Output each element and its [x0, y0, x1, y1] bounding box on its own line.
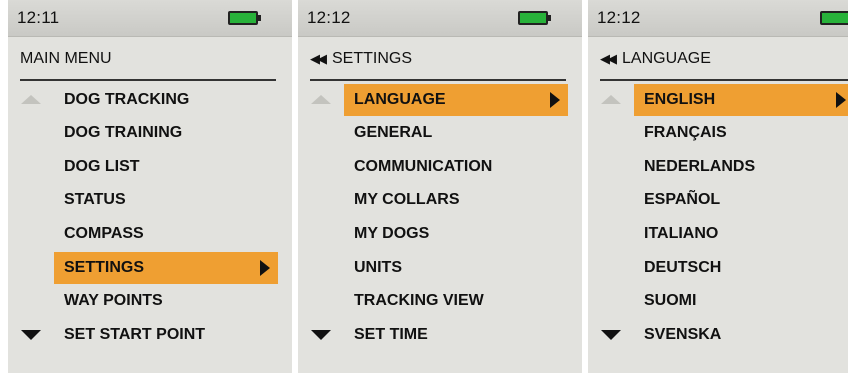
status-bar: 12:12	[298, 0, 582, 37]
menu-item-label: DOG TRACKING	[64, 91, 190, 108]
menu-title: MAIN MENU	[20, 50, 112, 67]
right-arrow-icon	[836, 92, 846, 108]
menu-item-way-points[interactable]: WAY POINTS	[54, 285, 278, 317]
menu-item-english[interactable]: ENGLISH	[634, 84, 848, 116]
menu-item-label: MY COLLARS	[354, 191, 460, 208]
battery-full-icon	[228, 11, 261, 25]
menu-item-label: FRANÇAIS	[644, 124, 727, 141]
menu-item-label: SET TIME	[354, 326, 428, 343]
menu-item-espanol[interactable]: ESPAÑOL	[634, 184, 848, 216]
menu-item-label: ITALIANO	[644, 225, 719, 242]
menu-item-my-collars[interactable]: MY COLLARS	[344, 184, 568, 216]
menu-item-units[interactable]: UNITS	[344, 252, 568, 284]
menu-item-label: GENERAL	[354, 124, 433, 141]
scroll-down-icon[interactable]	[601, 330, 621, 340]
menu-item-label: TRACKING VIEW	[354, 292, 484, 309]
menu-item-label: STATUS	[64, 191, 126, 208]
menu-item-francais[interactable]: FRANÇAIS	[634, 117, 848, 149]
settings-screen: 12:12 ◀◀ SETTINGS LANGUAGE GENERAL COMMUN…	[298, 0, 582, 373]
menu-item-label: NEDERLANDS	[644, 158, 756, 175]
menu-title: SETTINGS	[332, 50, 413, 67]
language-screen: 12:12 ◀◀ LANGUAGE ENGLISH FRANÇAIS NEDERL…	[588, 0, 848, 373]
menu-item-set-time[interactable]: SET TIME	[344, 319, 568, 351]
menu-item-suomi[interactable]: SUOMI	[634, 285, 848, 317]
menu-item-label: COMPASS	[64, 225, 144, 242]
menu-item-label: SETTINGS	[64, 259, 145, 276]
menu-item-label: SET START POINT	[64, 326, 206, 343]
menu-item-nederlands[interactable]: NEDERLANDS	[634, 151, 848, 183]
double-left-arrow-icon[interactable]: ◀◀	[600, 51, 617, 66]
battery-full-icon	[518, 11, 551, 25]
header-divider	[20, 79, 276, 81]
menu-item-svenska[interactable]: SVENSKA	[634, 319, 848, 351]
menu-item-compass[interactable]: COMPASS	[54, 218, 278, 250]
menu-item-label: COMMUNICATION	[354, 158, 493, 175]
menu-header: MAIN MENU	[20, 50, 112, 72]
menu-item-set-start-point[interactable]: SET START POINT	[54, 319, 278, 351]
menu-item-label: ENGLISH	[644, 91, 716, 108]
menu-item-label: DOG TRAINING	[64, 124, 183, 141]
menu-item-communication[interactable]: COMMUNICATION	[344, 151, 568, 183]
menu-item-language[interactable]: LANGUAGE	[344, 84, 568, 116]
menu-item-label: MY DOGS	[354, 225, 430, 242]
header-divider	[310, 79, 566, 81]
clock: 12:12	[307, 8, 351, 27]
right-arrow-icon	[260, 260, 270, 276]
menu-item-label: DOG LIST	[64, 158, 140, 175]
double-left-arrow-icon[interactable]: ◀◀	[310, 51, 327, 66]
menu-item-status[interactable]: STATUS	[54, 184, 278, 216]
status-bar: 12:12	[588, 0, 848, 37]
menu-item-label: ESPAÑOL	[644, 191, 721, 208]
menu-item-deutsch[interactable]: DEUTSCH	[634, 252, 848, 284]
menu-item-label: SVENSKA	[644, 326, 722, 343]
scroll-down-icon[interactable]	[21, 330, 41, 340]
battery-full-icon	[820, 11, 848, 25]
menu-item-label: WAY POINTS	[64, 292, 163, 309]
menu-title: LANGUAGE	[622, 50, 711, 67]
menu-item-general[interactable]: GENERAL	[344, 117, 568, 149]
status-bar: 12:11	[8, 0, 292, 37]
menu-item-tracking-view[interactable]: TRACKING VIEW	[344, 285, 568, 317]
menu-item-label: DEUTSCH	[644, 259, 722, 276]
menu-header: ◀◀ SETTINGS	[310, 50, 412, 72]
menu-item-label: UNITS	[354, 259, 402, 276]
menu-item-dog-tracking[interactable]: DOG TRACKING	[54, 84, 278, 116]
scroll-up-icon[interactable]	[601, 95, 621, 104]
clock: 12:12	[597, 8, 641, 27]
scroll-up-icon[interactable]	[311, 95, 331, 104]
menu-item-label: SUOMI	[644, 292, 697, 309]
scroll-up-icon[interactable]	[21, 95, 41, 104]
menu-item-settings[interactable]: SETTINGS	[54, 252, 278, 284]
menu-item-italiano[interactable]: ITALIANO	[634, 218, 848, 250]
header-divider	[600, 79, 848, 81]
menu-item-dog-list[interactable]: DOG LIST	[54, 151, 278, 183]
main-menu-screen: 12:11 MAIN MENU DOG TRACKING DOG TRAININ…	[8, 0, 292, 373]
clock: 12:11	[17, 8, 60, 27]
menu-item-my-dogs[interactable]: MY DOGS	[344, 218, 568, 250]
menu-item-dog-training[interactable]: DOG TRAINING	[54, 117, 278, 149]
menu-item-label: LANGUAGE	[354, 91, 446, 108]
scroll-down-icon[interactable]	[311, 330, 331, 340]
right-arrow-icon	[550, 92, 560, 108]
menu-header: ◀◀ LANGUAGE	[600, 50, 711, 72]
